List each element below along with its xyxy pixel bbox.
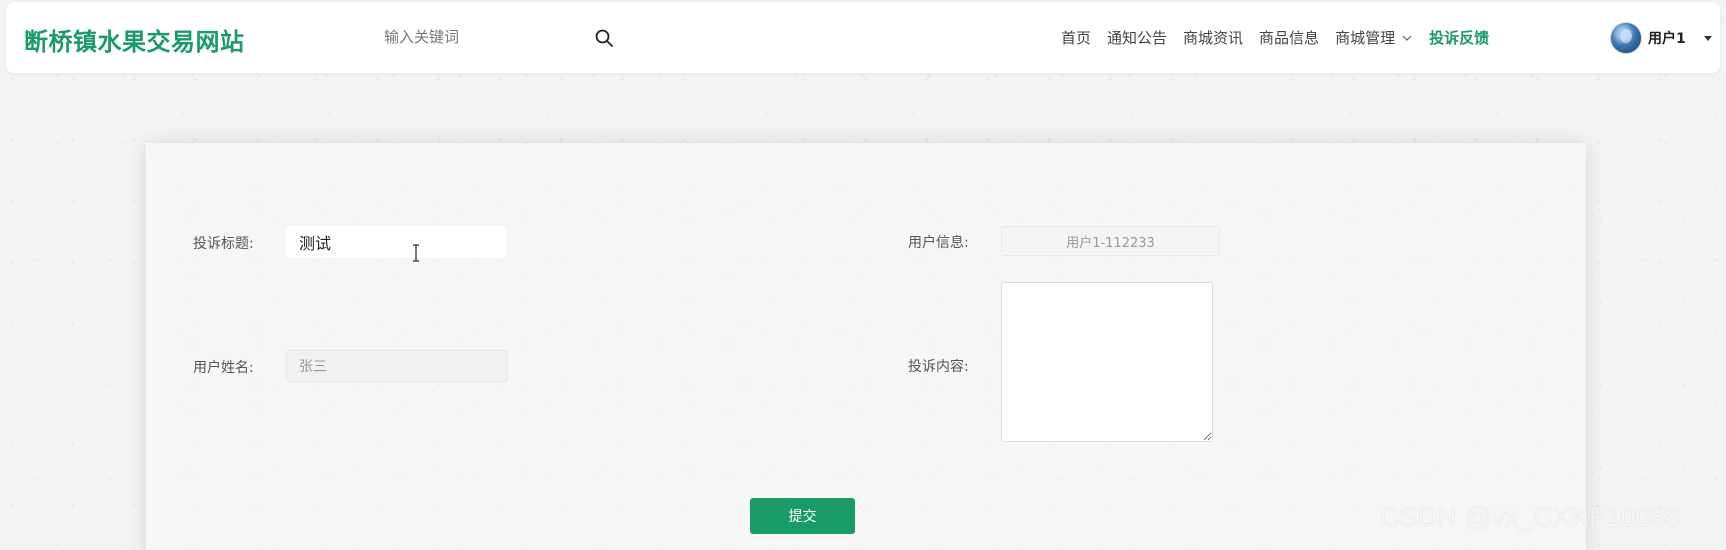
top-navbar: 断桥镇水果交易网站 首页 通知公告 商城资讯 商品信息 商城管理 投诉反馈 <box>6 2 1720 73</box>
nav-complaints-label: 投诉反馈 <box>1429 29 1490 47</box>
nav-notices[interactable]: 通知公告 <box>1107 27 1167 48</box>
nav-complaints[interactable]: 投诉反馈 <box>1429 27 1489 48</box>
username-label: 用户姓名: <box>193 360 254 376</box>
nav-mall-management-label: 商城管理 <box>1335 29 1396 47</box>
complaint-content-textarea[interactable] <box>1001 282 1213 442</box>
nav-home-label: 首页 <box>1061 29 1092 47</box>
main-nav: 首页 通知公告 商城资讯 商品信息 商城管理 投诉反馈 <box>1061 2 1505 73</box>
nav-news[interactable]: 商城资讯 <box>1183 27 1243 48</box>
complaint-title-input[interactable] <box>286 226 506 258</box>
nav-products-label: 商品信息 <box>1259 29 1320 47</box>
complaint-title-label: 投诉标题: <box>193 236 254 252</box>
nav-mall-management[interactable]: 商城管理 <box>1335 27 1413 48</box>
user-info-field <box>1001 226 1220 256</box>
complaint-content-label: 投诉内容: <box>908 359 969 375</box>
search-box <box>384 22 624 54</box>
user-name: 用户1 <box>1648 31 1686 47</box>
username-field <box>286 350 508 382</box>
complaint-form-card: 投诉标题: 用户姓名: 用户信息: 投诉内容: 提交 <box>146 143 1586 550</box>
nav-news-label: 商城资讯 <box>1183 29 1244 47</box>
nav-notices-label: 通知公告 <box>1107 29 1168 47</box>
nav-home[interactable]: 首页 <box>1061 27 1091 48</box>
avatar[interactable] <box>1610 22 1642 54</box>
user-info-label: 用户信息: <box>908 235 969 251</box>
chevron-down-icon <box>1402 35 1412 41</box>
caret-down-icon[interactable] <box>1703 35 1712 41</box>
site-logo-title[interactable]: 断桥镇水果交易网站 <box>24 22 245 57</box>
user-menu[interactable]: 用户1 <box>1610 22 1712 54</box>
search-icon[interactable] <box>594 28 614 48</box>
nav-products[interactable]: 商品信息 <box>1259 27 1319 48</box>
search-input[interactable] <box>384 22 584 52</box>
submit-button[interactable]: 提交 <box>750 498 855 534</box>
